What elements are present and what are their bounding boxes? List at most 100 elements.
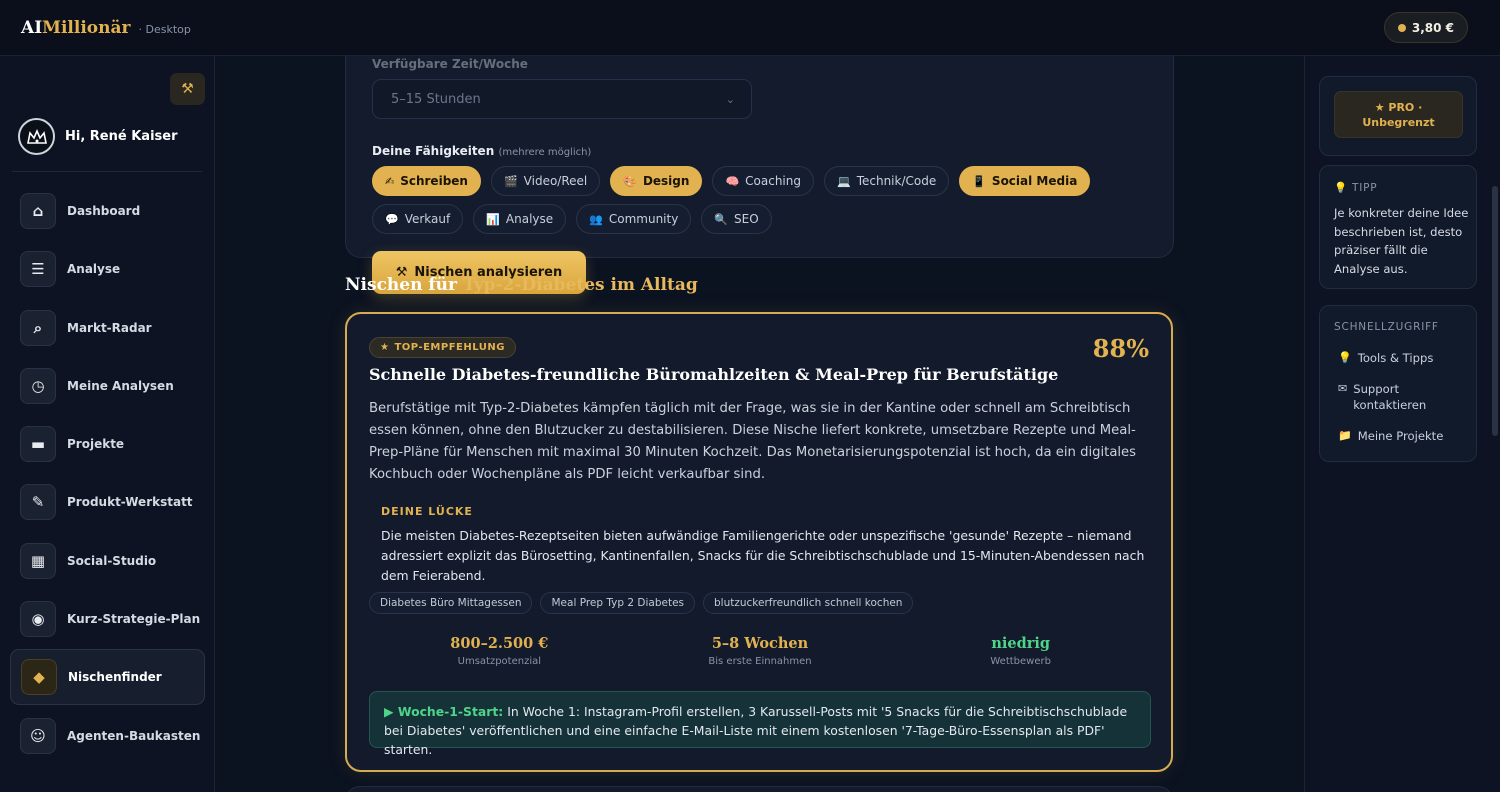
speech-bubble-icon: 💬 <box>385 212 399 226</box>
keyword-tag: blutzuckerfreundlich schnell kochen <box>703 592 914 614</box>
niche-score: 88% <box>1092 334 1149 363</box>
skills-hint: (mehrere möglich) <box>498 147 592 158</box>
skills-label-text: Deine Fähigkeiten <box>372 144 495 158</box>
quick-link-label: Tools & Tipps <box>1357 351 1434 365</box>
skill-chip-coaching[interactable]: 🧠 Coaching <box>712 166 814 196</box>
lightbulb-icon: 💡 <box>1338 351 1352 364</box>
main-content: Verfügbare Zeit/Woche 5–15 Stunden ⌄ Dei… <box>215 56 1304 792</box>
skill-chip-technik-code[interactable]: 💻 Technik/Code <box>823 166 950 196</box>
skills-chip-group: ✍ Schreiben 🎬 Video/Reel 🎨 Design 🧠 Coaching… <box>372 166 1162 234</box>
sidebar-item-label: Analyse <box>67 262 121 277</box>
skill-chip-label: SEO <box>734 212 759 226</box>
tip-card: 💡 TIPP Je konkreter deine Idee beschrieb… <box>1319 165 1477 289</box>
skill-chip-label: Analyse <box>505 212 554 226</box>
target-icon: ◉ <box>20 601 56 638</box>
list-icon: ☰ <box>20 251 56 288</box>
sidebar-item-agenten-baukasten[interactable]: ☺ Agenten-Baukasten <box>10 708 205 764</box>
skills-label: Deine Fähigkeiten (mehrere möglich) <box>372 144 591 158</box>
skill-chip-community[interactable]: 👥 Community <box>576 204 692 234</box>
star-icon: ★ <box>380 342 390 353</box>
people-icon: 👥 <box>589 212 603 226</box>
badge-label: TOP-EMPFEHLUNG <box>394 342 505 353</box>
balance-amount: 3,80 € <box>1411 20 1454 35</box>
metrics-row: 800–2.500 € Umsatzpotenzial 5–8 Wochen B… <box>369 635 1151 667</box>
skill-chip-verkauf[interactable]: 💬 Verkauf <box>372 204 464 234</box>
skill-chip-label: Verkauf <box>404 212 451 226</box>
skill-chip-design[interactable]: 🎨 Design <box>610 166 703 196</box>
skill-chip-label: Social Media <box>991 174 1078 188</box>
sidebar: ⚒ Hi, René Kaiser ⌂ Dashboard ☰ Analyse … <box>0 56 215 792</box>
folder-icon: ▬ <box>20 426 56 463</box>
quick-link-tools-tips[interactable]: 💡 Tools & Tipps <box>1338 350 1473 366</box>
metric-label: Wettbewerb <box>990 656 1051 667</box>
skill-chip-video-reel[interactable]: 🎬 Video/Reel <box>490 166 601 196</box>
coin-icon <box>1397 23 1406 32</box>
skill-chip-analyse[interactable]: 📊 Analyse <box>473 204 567 234</box>
search-icon: 🔍 <box>714 212 729 226</box>
brand-name-millionaer: Millionär <box>42 17 131 38</box>
time-select[interactable]: 5–15 Stunden ⌄ <box>372 79 752 119</box>
collapse-sidebar-button[interactable]: ⚒ <box>170 73 205 105</box>
top-recommendation-badge: ★ TOP-EMPFEHLUNG <box>369 337 516 358</box>
sidebar-item-label: Social-Studio <box>67 553 157 568</box>
niche-result-card: ★ TOP-EMPFEHLUNG 88% Schnelle Diabetes-f… <box>345 312 1173 772</box>
brand-logo[interactable]: AI Millionär · Desktop <box>21 18 191 38</box>
skill-chip-social-media[interactable]: 📱 Social Media <box>959 166 1091 196</box>
niche-icon: ◆ <box>21 659 57 696</box>
metric-value: niedrig <box>991 635 1051 652</box>
niche-title: Schnelle Diabetes-freundliche Büromahlze… <box>369 365 1059 384</box>
user-profile[interactable]: Hi, René Kaiser <box>18 118 178 155</box>
phone-icon: 📱 <box>972 174 986 188</box>
scrollbar[interactable] <box>1492 186 1498 436</box>
next-result-card <box>345 786 1173 792</box>
sidebar-item-produkt-werkstatt[interactable]: ✎ Produkt-Werkstatt <box>10 474 205 530</box>
gap-label: DEINE LÜCKE <box>381 505 473 518</box>
skill-chip-seo[interactable]: 🔍 SEO <box>701 204 772 234</box>
sidebar-item-label: Markt-Radar <box>67 320 152 335</box>
skill-chip-schreiben[interactable]: ✍ Schreiben <box>372 166 481 196</box>
quick-link-projects[interactable]: 📁 Meine Projekte <box>1338 428 1473 444</box>
metric-competition: niedrig Wettbewerb <box>890 635 1151 667</box>
results-heading-prefix: Nischen für <box>345 275 458 295</box>
metric-time-to-income: 5–8 Wochen Bis erste Einnahmen <box>630 635 891 667</box>
sidebar-item-kurz-strategie-plan[interactable]: ◉ Kurz-Strategie-Plan <box>10 591 205 647</box>
sidebar-item-label: Kurz-Strategie-Plan <box>67 612 201 627</box>
sidebar-item-dashboard[interactable]: ⌂ Dashboard <box>10 183 205 239</box>
sidebar-item-markt-radar[interactable]: ⌕ Markt-Radar <box>10 300 205 356</box>
sidebar-item-meine-analysen[interactable]: ◷ Meine Analysen <box>10 358 205 414</box>
sidebar-item-nischenfinder[interactable]: ◆ Nischenfinder <box>10 649 205 706</box>
brand-name-ai: AI <box>21 17 43 38</box>
sidebar-item-projekte[interactable]: ▬ Projekte <box>10 416 205 472</box>
lightbulb-icon: 💡 <box>1334 182 1348 194</box>
clock-icon: ◷ <box>20 367 56 404</box>
metric-value: 800–2.500 € <box>450 635 549 652</box>
quick-link-label: Support kontaktieren <box>1353 382 1427 412</box>
sidebar-item-label: Dashboard <box>67 204 141 218</box>
film-icon: ▦ <box>20 542 56 579</box>
quick-link-support[interactable]: ✉ Support kontaktieren <box>1338 381 1473 413</box>
pro-plan-button[interactable]: ★ PRO · Unbegrenzt <box>1334 91 1463 138</box>
sidebar-item-analyse[interactable]: ☰ Analyse <box>10 241 205 297</box>
laptop-icon: 💻 <box>836 174 851 188</box>
sidebar-nav: ⌂ Dashboard ☰ Analyse ⌕ Markt-Radar ◷ Me… <box>10 183 205 766</box>
niche-form-card: Verfügbare Zeit/Woche 5–15 Stunden ⌄ Dei… <box>345 56 1174 294</box>
home-icon: ⌂ <box>20 193 56 229</box>
sidebar-item-social-studio[interactable]: ▦ Social-Studio <box>10 533 205 589</box>
robot-icon: ☺ <box>20 717 56 754</box>
pen-icon: ✍ <box>385 174 395 188</box>
skill-chip-label: Schreiben <box>400 174 468 188</box>
pro-card: ★ PRO · Unbegrenzt <box>1319 76 1477 156</box>
tip-heading-label: TIPP <box>1352 182 1378 194</box>
metric-label: Umsatzpotenzial <box>457 656 542 667</box>
palette-icon: 🎨 <box>623 174 637 188</box>
pro-line-2: Unbegrenzt <box>1362 115 1435 129</box>
quick-access-list: 💡 Tools & Tipps ✉ Support kontaktieren 📁… <box>1338 350 1473 459</box>
right-panel: ★ PRO · Unbegrenzt 💡 TIPP Je konkreter d… <box>1304 56 1500 792</box>
skill-chip-label: Coaching <box>745 174 801 188</box>
user-greeting: Hi, René Kaiser <box>65 129 178 144</box>
sidebar-item-label: Nischenfinder <box>68 670 162 685</box>
bar-chart-icon: 📊 <box>486 212 500 226</box>
balance-badge[interactable]: 3,80 € <box>1383 12 1468 43</box>
metric-revenue: 800–2.500 € Umsatzpotenzial <box>369 635 630 667</box>
results-heading: Nischen für Typ-2-Diabetes im Alltag <box>345 275 698 295</box>
